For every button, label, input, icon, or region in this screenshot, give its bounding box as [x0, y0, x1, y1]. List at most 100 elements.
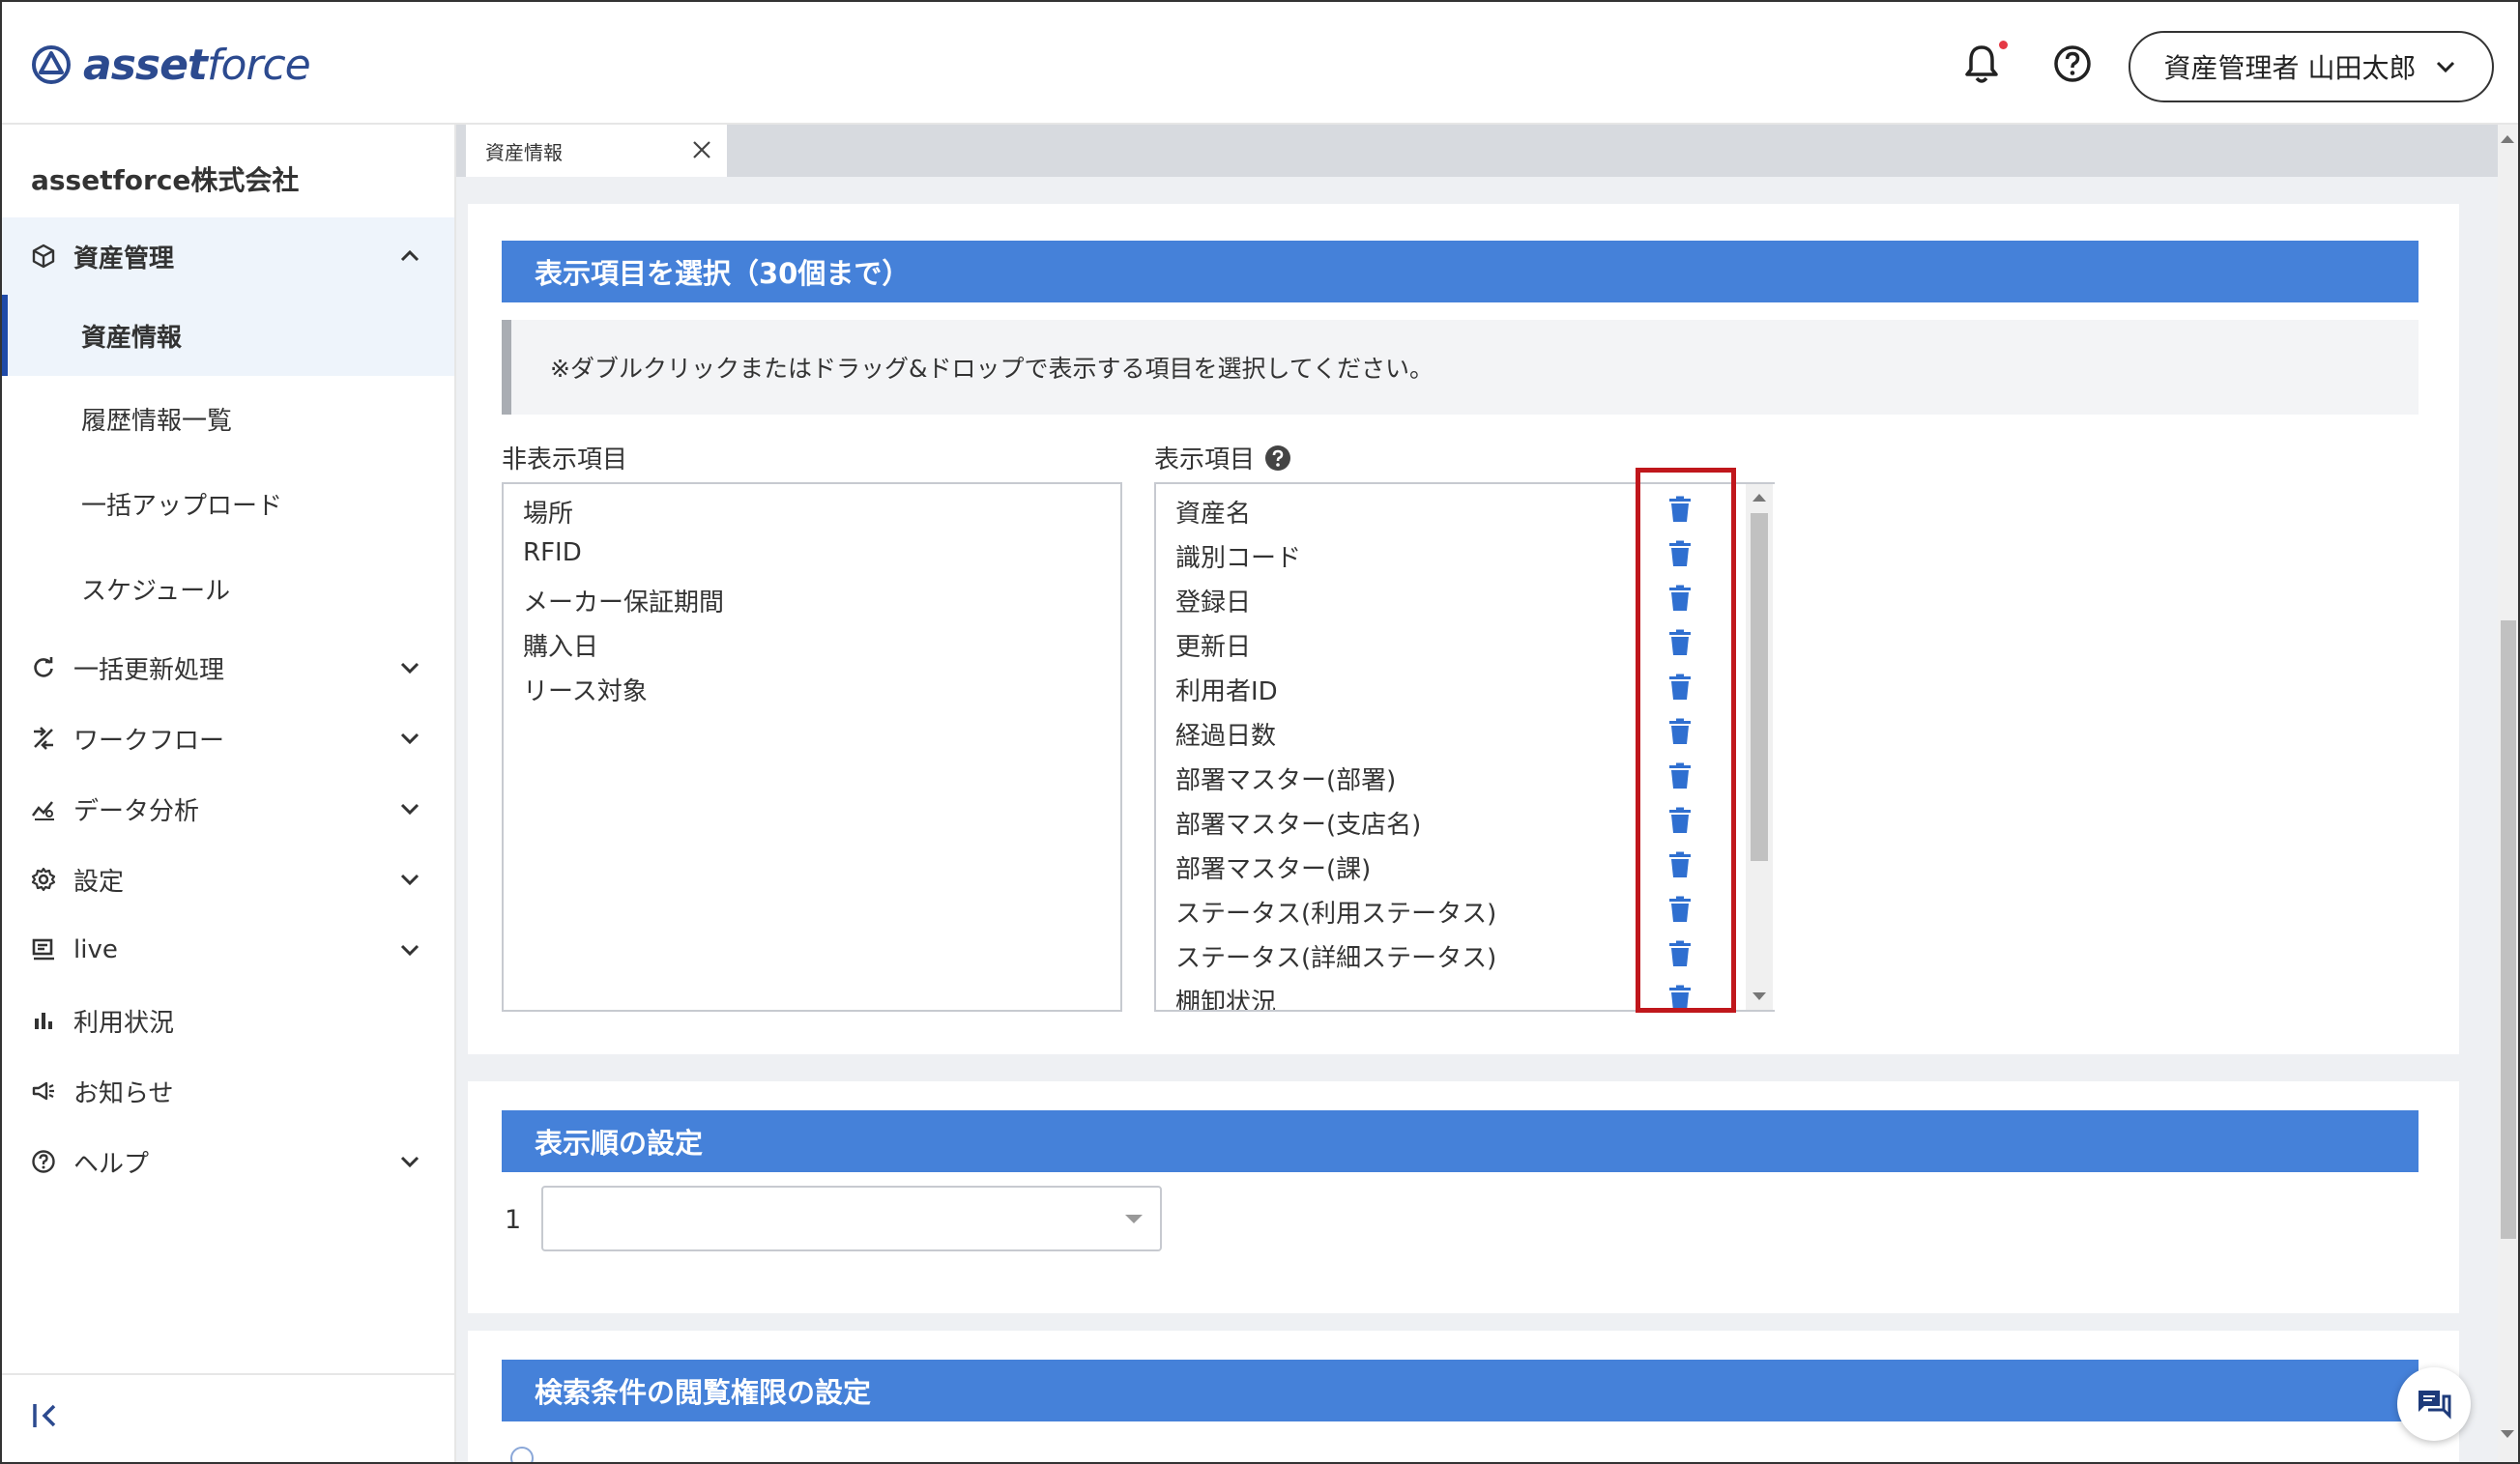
- sidebar-item-asset-info[interactable]: 資産情報: [2, 295, 454, 376]
- sidebar: assetforce株式会社 資産管理 資産情報 履歴情報一覧 一括アップロード…: [2, 125, 456, 1462]
- sidebar-section-bulk-update[interactable]: 一括更新処理: [2, 629, 454, 706]
- gear-icon: [31, 867, 56, 892]
- scroll-up-arrow-icon[interactable]: [1752, 494, 1766, 502]
- megaphone-icon: [32, 1081, 54, 1101]
- logo-mark-icon: [32, 45, 71, 84]
- company-name: assetforce株式会社: [31, 164, 300, 196]
- main-content: 表示項目を選択（30個まで） ※ダブルクリックまたはドラッグ&ドロップで表示する…: [456, 177, 2498, 1462]
- logo[interactable]: assetforce: [31, 40, 311, 90]
- chevron-down-icon: [2437, 61, 2455, 73]
- chevron-down-icon: [400, 732, 420, 745]
- top-header: assetforce 資産管理者 山田太郎: [2, 2, 2518, 125]
- chevron-down-icon: [400, 944, 420, 957]
- refresh-icon: [34, 657, 53, 677]
- hidden-items-label: 非表示項目: [502, 445, 628, 474]
- sidebar-item-schedule[interactable]: スケジュール: [2, 548, 454, 629]
- list-item[interactable]: メーカー保証期間: [523, 583, 724, 618]
- section-title: 検索条件の閲覧権限の設定: [502, 1360, 2419, 1421]
- chevron-down-icon: [400, 874, 420, 886]
- list-item[interactable]: 経過日数: [1175, 716, 1276, 752]
- section-title: 表示順の設定: [502, 1110, 2419, 1172]
- page-scroll-up-arrow-icon[interactable]: [2501, 135, 2514, 143]
- sidebar-item-label: 履歴情報一覧: [81, 406, 233, 436]
- radio-button[interactable]: [510, 1447, 534, 1462]
- chevron-up-icon: [400, 249, 420, 262]
- tab-asset-info[interactable]: 資産情報: [466, 125, 727, 177]
- chevron-down-icon: [400, 662, 420, 675]
- sidebar-section-label: ヘルプ: [73, 1149, 150, 1179]
- sidebar-divider: [2, 1373, 454, 1375]
- list-item[interactable]: 資産名: [1175, 494, 1251, 530]
- question-circle-icon[interactable]: [1264, 445, 1291, 472]
- tab-bar: 資産情報: [456, 125, 2498, 177]
- page-scrollbar-thumb[interactable]: [2501, 620, 2516, 1239]
- sidebar-section-label: 利用状況: [73, 1008, 175, 1038]
- chevron-down-icon: [400, 1156, 420, 1168]
- bar-chart-icon: [35, 1013, 52, 1029]
- list-item[interactable]: ステータス(利用ステータス): [1175, 894, 1496, 930]
- list-item[interactable]: 棚卸状況: [1175, 983, 1276, 1010]
- list-item[interactable]: 場所: [523, 494, 573, 530]
- page-scroll-down-arrow-icon[interactable]: [2501, 1430, 2514, 1438]
- notification-dot: [1999, 41, 2008, 49]
- sidebar-section-label: live: [73, 935, 118, 964]
- sidebar-section-label: 資産管理: [73, 244, 175, 273]
- sort-settings-card: 表示順の設定 1: [468, 1081, 2459, 1313]
- sidebar-section-data-analysis[interactable]: データ分析: [2, 770, 454, 847]
- user-menu-button[interactable]: 資産管理者 山田太郎: [2129, 31, 2494, 102]
- bell-icon[interactable]: [1962, 43, 2001, 87]
- display-items-card: 表示項目を選択（30個まで） ※ダブルクリックまたはドラッグ&ドロップで表示する…: [468, 204, 2459, 1054]
- chat-icon: [2419, 1391, 2451, 1420]
- live-icon: [32, 938, 54, 961]
- collapse-sidebar-icon[interactable]: [29, 1398, 64, 1433]
- sidebar-item-label: スケジュール: [81, 576, 231, 606]
- sidebar-section-usage[interactable]: 利用状況: [2, 982, 454, 1059]
- sidebar-section-label: データ分析: [73, 796, 200, 826]
- help-icon[interactable]: [2053, 44, 2092, 83]
- sort-row-number: 1: [505, 1205, 522, 1235]
- chevron-down-icon: [400, 803, 420, 816]
- cube-icon: [32, 244, 55, 269]
- sidebar-section-help[interactable]: ヘルプ: [2, 1123, 454, 1200]
- list-item[interactable]: RFID: [523, 538, 582, 567]
- sidebar-item-label: 一括アップロード: [81, 491, 283, 521]
- list-item[interactable]: ステータス(詳細ステータス): [1175, 938, 1496, 974]
- sidebar-item-bulk-upload[interactable]: 一括アップロード: [2, 463, 454, 544]
- section-title: 表示項目を選択（30個まで）: [502, 241, 2419, 302]
- sort-select[interactable]: [541, 1186, 1162, 1251]
- logo-text: assetforce: [83, 40, 311, 90]
- list-item[interactable]: 更新日: [1175, 627, 1251, 663]
- sidebar-section-label: ワークフロー: [73, 726, 225, 756]
- analytics-icon: [32, 801, 54, 820]
- tab-label: 資産情報: [485, 140, 563, 164]
- shown-items-label: 表示項目: [1154, 440, 1291, 475]
- list-item[interactable]: 部署マスター(部署): [1175, 761, 1396, 796]
- list-item[interactable]: 部署マスター(課): [1175, 849, 1371, 885]
- sidebar-item-history-list[interactable]: 履歴情報一覧: [2, 378, 454, 459]
- sidebar-section-asset-management[interactable]: 資産管理: [2, 217, 454, 295]
- list-item[interactable]: 購入日: [523, 627, 598, 663]
- scroll-down-arrow-icon[interactable]: [1752, 992, 1766, 1000]
- sidebar-section-label: 一括更新処理: [73, 655, 225, 685]
- list-item[interactable]: リース対象: [523, 672, 648, 707]
- list-item[interactable]: 利用者ID: [1175, 672, 1278, 707]
- sidebar-section-news[interactable]: お知らせ: [2, 1052, 454, 1130]
- list-item[interactable]: 部署マスター(支店名): [1175, 805, 1421, 841]
- sidebar-section-settings[interactable]: 設定: [2, 841, 454, 918]
- close-icon[interactable]: [690, 138, 713, 161]
- sidebar-section-workflow[interactable]: ワークフロー: [2, 700, 454, 777]
- permission-settings-card: 検索条件の閲覧権限の設定: [468, 1331, 2459, 1462]
- highlight-frame: [1636, 468, 1736, 1013]
- list-item[interactable]: 識別コード: [1175, 538, 1301, 574]
- sidebar-section-live[interactable]: live: [2, 911, 454, 989]
- app-window: assetforce 資産管理者 山田太郎 assetforce株式会社 資産管…: [0, 0, 2520, 1464]
- sidebar-section-label: 設定: [73, 867, 125, 897]
- sidebar-item-label: 資産情報: [81, 323, 183, 353]
- list-scrollbar-thumb[interactable]: [1751, 513, 1768, 861]
- chevron-down-icon: [1125, 1215, 1143, 1223]
- hidden-items-list[interactable]: 場所 RFID メーカー保証期間 購入日 リース対象: [502, 482, 1122, 1012]
- list-item[interactable]: 登録日: [1175, 583, 1251, 618]
- chat-button[interactable]: [2397, 1367, 2471, 1441]
- notice-message: ※ダブルクリックまたはドラッグ&ドロップで表示する項目を選択してください。: [502, 320, 2419, 415]
- user-name: 資産管理者 山田太郎: [2163, 52, 2417, 84]
